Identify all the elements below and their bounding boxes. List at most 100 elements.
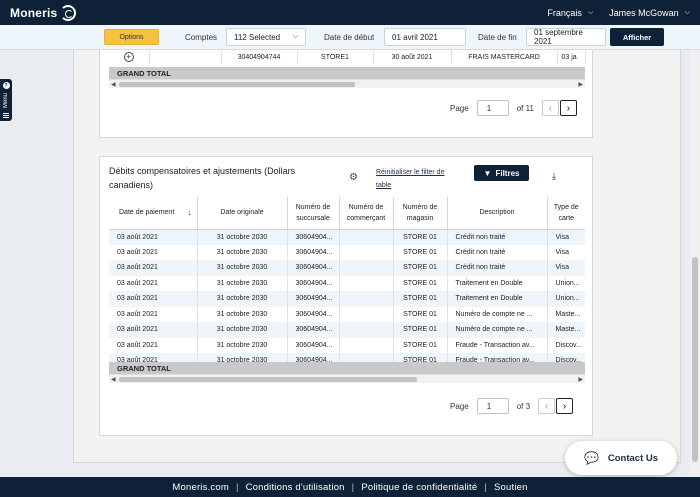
column-header-succursale[interactable]: Numéro de succursale [287, 197, 340, 230]
date-fin-input[interactable]: 01 septembre 2021 [526, 28, 606, 46]
page-number-input[interactable]: 1 [476, 398, 509, 414]
footer-link-soutien[interactable]: Soutien [494, 482, 528, 493]
table-cell: Discov... [547, 353, 585, 362]
hamburger-icon [3, 112, 9, 118]
date-fin-label: Date de fin [478, 33, 517, 42]
table-row[interactable]: 03 août 2021 31 octobre 2030 30604904... ST… [109, 291, 585, 307]
chargebacks-card: Débits compensatoires et ajustements (Do… [99, 156, 593, 436]
table-row[interactable]: 03 août 2021 31 octobre 2030 30604904... ST… [109, 353, 585, 362]
top-navbar: Moneris Français ⌵ James McGowan ⌵ [0, 0, 700, 25]
table-cell: STORE 01 [393, 322, 448, 338]
scroll-left-icon[interactable]: ◀ [111, 376, 116, 383]
horizontal-scrollbar[interactable]: ◀ ▶ [109, 374, 585, 383]
scrollbar-thumb[interactable] [119, 82, 355, 87]
table-cell: Visa [547, 244, 585, 260]
menu-label: Menu [3, 93, 9, 109]
sort-down-icon[interactable]: ↓ [188, 207, 192, 218]
page-scrollbar-thumb[interactable] [692, 257, 698, 462]
table-cell: STORE 01 [393, 353, 448, 362]
table-cell: 31 octobre 2030 [197, 306, 288, 322]
pagination: Page 1 of 11 ‹ › [450, 100, 577, 116]
moneris-logo[interactable]: Moneris [10, 4, 77, 21]
table-cell: Fraude - Transaction av... [447, 337, 548, 353]
prev-page-button[interactable]: ‹ [541, 100, 559, 116]
download-icon[interactable]: ⤓ [552, 171, 556, 182]
table-cell: 03 août 2021 [109, 337, 198, 353]
pagination: Page 1 of 3 ‹ › [450, 398, 574, 414]
table-cell: 31 octobre 2030 [197, 291, 288, 307]
reset-table-filter-link[interactable]: Réinitialiser le filter de table [376, 166, 454, 192]
table-cell: STORE 01 [393, 244, 448, 260]
table-cell: STORE 01 [393, 337, 448, 353]
table-cell: 03 août 2021 [109, 244, 198, 260]
filtres-label: Filtres [495, 168, 520, 178]
table-row[interactable]: 03 août 2021 31 octobre 2030 30604904... ST… [109, 229, 585, 245]
column-header-magasin[interactable]: Numéro de magasin [393, 197, 448, 230]
scroll-right-icon[interactable]: ▶ [578, 376, 583, 383]
table-cell [339, 337, 394, 353]
scroll-right-icon[interactable]: ▶ [578, 81, 583, 88]
column-header-description[interactable]: Description [447, 197, 548, 230]
scroll-left-icon[interactable]: ◀ [111, 81, 116, 88]
filtres-button[interactable]: ▼ Filtres [474, 165, 529, 181]
chevron-down-icon: ⌵ [587, 8, 594, 16]
table-cell: Crédit non traité [447, 244, 548, 260]
footer-link-moneris[interactable]: Moneris.com [172, 482, 229, 493]
table-cell: Numéro de compte ne ... [447, 322, 548, 338]
table-cell [339, 229, 394, 245]
main-content: + 30404904744 STORE1 30 août 2021 FRAIS … [73, 49, 681, 463]
next-page-button[interactable]: › [556, 398, 574, 414]
table-row[interactable]: 03 août 2021 31 octobre 2030 30604904... ST… [109, 306, 585, 322]
contact-us-button[interactable]: 💬 Contact Us [565, 441, 677, 475]
column-header-date-paiement[interactable]: Date de paiement ↓ [109, 197, 198, 230]
table-cell: STORE 01 [393, 229, 448, 245]
table-cell: STORE1 [297, 50, 374, 64]
help-icon[interactable]: ? [2, 82, 10, 89]
table-cell: Crédit non traité [447, 260, 548, 276]
page-scrollbar[interactable] [690, 50, 700, 476]
date-debut-input[interactable]: 01 avril 2021 [384, 28, 466, 46]
comptes-value: 112 Selected [234, 32, 281, 42]
table-cell: STORE 01 [393, 306, 448, 322]
table-cell: 30404904744 [221, 50, 298, 64]
footer-link-confidentialite[interactable]: Politique de confidentialité [361, 482, 477, 493]
table-row[interactable]: 03 août 2021 31 octobre 2030 30604904... ST… [109, 322, 585, 338]
next-page-button[interactable]: › [559, 100, 577, 116]
afficher-button[interactable]: Afficher [610, 28, 664, 46]
column-header-label: Date de paiement [119, 209, 175, 217]
expand-plus-icon[interactable]: + [123, 52, 134, 62]
table-row[interactable]: 03 août 2021 31 octobre 2030 30604904... ST… [109, 337, 585, 353]
horizontal-scrollbar[interactable]: ◀ ▶ [109, 79, 585, 88]
expand-cell: + [109, 50, 150, 64]
scrollbar-thumb[interactable] [119, 377, 417, 382]
transactions-table: + 30404904744 STORE1 30 août 2021 FRAIS … [109, 50, 586, 64]
table-header-row: Date de paiement ↓ Date originale Numéro… [109, 197, 585, 230]
table-cell [339, 275, 394, 291]
user-dropdown[interactable]: James McGowan ⌵ [609, 8, 690, 18]
options-button[interactable]: Options [104, 29, 159, 45]
column-header-date-originale[interactable]: Date originale [197, 197, 288, 230]
table-cell: 30 août 2021 [373, 50, 452, 64]
contact-us-label: Contact Us [607, 452, 659, 464]
table-row[interactable]: 03 août 2021 31 octobre 2030 30604904... ST… [109, 260, 585, 276]
prev-page-button[interactable]: ‹ [538, 398, 556, 414]
table-cell: 03 août 2021 [109, 322, 198, 338]
gear-icon[interactable]: ⚙ [349, 172, 358, 183]
column-header-type-carte[interactable]: Type de carte [547, 197, 585, 230]
footer-link-conditions[interactable]: Conditions d'utilisation [246, 482, 345, 493]
table-cell: 03 août 2021 [109, 229, 198, 245]
side-menu-tab[interactable]: ? Menu [0, 79, 12, 121]
table-row[interactable]: 03 août 2021 31 octobre 2030 30604904... ST… [109, 244, 585, 260]
column-header-commercant[interactable]: Numéro de commerçant [339, 197, 394, 230]
comptes-select[interactable]: 112 Selected ⌵ [226, 28, 306, 46]
table-row[interactable]: 03 août 2021 31 octobre 2030 30604904... ST… [109, 275, 585, 291]
table-cell: 03 août 2021 [109, 260, 198, 276]
table-cell: 31 octobre 2030 [197, 229, 288, 245]
language-dropdown[interactable]: Français ⌵ [547, 8, 593, 18]
table-cell: 30604904... [287, 322, 340, 338]
page-number-input[interactable]: 1 [476, 100, 509, 116]
table-cell: STORE 01 [393, 260, 448, 276]
table-cell [339, 244, 394, 260]
table-cell: 31 octobre 2030 [197, 337, 288, 353]
table-cell: 30604904... [287, 275, 340, 291]
